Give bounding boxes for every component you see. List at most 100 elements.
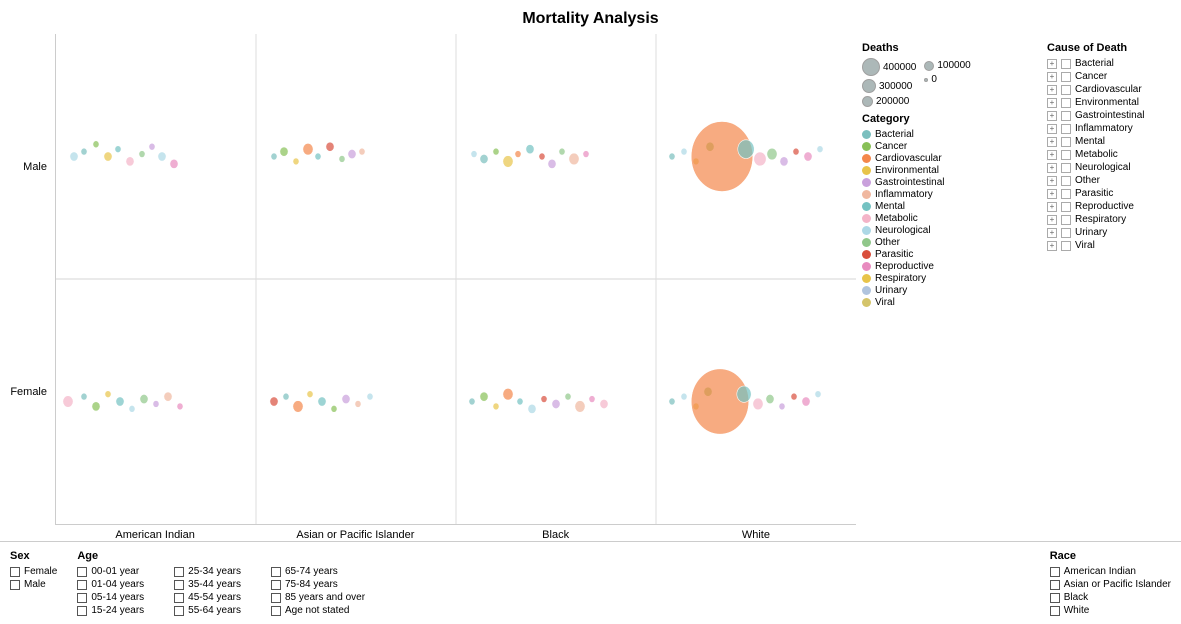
age-filter-item[interactable]: 00-01 year: [77, 566, 144, 577]
age-checkbox[interactable]: [271, 580, 281, 590]
cause-check-box[interactable]: [1061, 241, 1071, 251]
cause-checkbox[interactable]: +: [1047, 72, 1057, 82]
cause-check-box[interactable]: [1061, 85, 1071, 95]
cause-legend-row[interactable]: +Parasitic: [1047, 188, 1175, 199]
category-legend-row: Urinary: [862, 285, 1035, 296]
cause-legend-row[interactable]: +Inflammatory: [1047, 123, 1175, 134]
age-filter-item[interactable]: 05-14 years: [77, 592, 144, 603]
cause-check-box[interactable]: [1061, 111, 1071, 121]
cause-check-box[interactable]: [1061, 189, 1071, 199]
age-filter-item[interactable]: 15-24 years: [77, 605, 144, 616]
age-filter-col: 00-01 year 01-04 years 05-14 years 15-24 ye…: [77, 566, 144, 616]
cause-legend-row[interactable]: +Viral: [1047, 240, 1175, 251]
age-filter-item[interactable]: 75-84 years: [271, 579, 365, 590]
cause-checkbox[interactable]: +: [1047, 202, 1057, 212]
cause-checkbox[interactable]: +: [1047, 137, 1057, 147]
y-label-male: Male: [4, 161, 47, 173]
x-label-american-indian: American Indian: [55, 529, 255, 541]
age-checkbox[interactable]: [271, 593, 281, 603]
age-filter-item[interactable]: 35-44 years: [174, 579, 241, 590]
cause-checkbox[interactable]: +: [1047, 85, 1057, 95]
sex-filter-item[interactable]: Female: [10, 566, 57, 577]
cause-checkbox[interactable]: +: [1047, 228, 1057, 238]
category-legend-row: Mental: [862, 201, 1035, 212]
cause-check-box[interactable]: [1061, 176, 1071, 186]
cause-legend-row[interactable]: +Other: [1047, 175, 1175, 186]
race-checkbox[interactable]: [1050, 580, 1060, 590]
age-checkbox[interactable]: [271, 567, 281, 577]
age-checkbox[interactable]: [77, 606, 87, 616]
age-checkbox[interactable]: [174, 606, 184, 616]
cause-check-box[interactable]: [1061, 72, 1071, 82]
deaths-size-400000: [862, 58, 880, 76]
age-checkbox[interactable]: [174, 593, 184, 603]
age-checkbox[interactable]: [77, 580, 87, 590]
cause-check-box[interactable]: [1061, 163, 1071, 173]
cause-legend-row[interactable]: +Mental: [1047, 136, 1175, 147]
age-filter-item[interactable]: 25-34 years: [174, 566, 241, 577]
sex-checkbox[interactable]: [10, 580, 20, 590]
age-filter-item[interactable]: 85 years and over: [271, 592, 365, 603]
sex-checkbox[interactable]: [10, 567, 20, 577]
cause-checkbox[interactable]: +: [1047, 241, 1057, 251]
cause-legend-row[interactable]: +Reproductive: [1047, 201, 1175, 212]
cause-legend-title: Cause of Death: [1047, 42, 1175, 54]
age-checkbox[interactable]: [77, 593, 87, 603]
race-filter-item[interactable]: Asian or Pacific Islander: [1050, 579, 1171, 590]
age-checkbox[interactable]: [174, 580, 184, 590]
cause-check-box[interactable]: [1061, 228, 1071, 238]
cause-checkbox[interactable]: +: [1047, 215, 1057, 225]
age-checkbox[interactable]: [77, 567, 87, 577]
cause-checkbox[interactable]: +: [1047, 189, 1057, 199]
age-filter-item[interactable]: 65-74 years: [271, 566, 365, 577]
cause-legend-row[interactable]: +Urinary: [1047, 227, 1175, 238]
deaths-size-0: [924, 78, 928, 82]
cause-check-box[interactable]: [1061, 124, 1071, 134]
cause-legend-row[interactable]: +Respiratory: [1047, 214, 1175, 225]
cause-check-box[interactable]: [1061, 59, 1071, 69]
scatter-plot: [55, 34, 856, 525]
cause-legend-row[interactable]: +Cancer: [1047, 71, 1175, 82]
race-checkbox[interactable]: [1050, 593, 1060, 603]
cause-legend-row[interactable]: +Cardiovascular: [1047, 84, 1175, 95]
category-legend-row: Bacterial: [862, 129, 1035, 140]
cause-legend-row[interactable]: +Bacterial: [1047, 58, 1175, 69]
age-checkbox[interactable]: [271, 606, 281, 616]
cause-checkbox[interactable]: +: [1047, 176, 1057, 186]
race-checkbox[interactable]: [1050, 567, 1060, 577]
race-checkbox[interactable]: [1050, 606, 1060, 616]
cause-checkbox[interactable]: +: [1047, 124, 1057, 134]
age-checkbox[interactable]: [174, 567, 184, 577]
x-label-white: White: [656, 529, 856, 541]
category-legend-row: Parasitic: [862, 249, 1035, 260]
category-legend-row: Cardiovascular: [862, 153, 1035, 164]
race-filter-item[interactable]: White: [1050, 605, 1171, 616]
cause-legend-row[interactable]: +Environmental: [1047, 97, 1175, 108]
cause-check-box[interactable]: [1061, 98, 1071, 108]
cause-check-box[interactable]: [1061, 202, 1071, 212]
age-filter-rows[interactable]: 00-01 year 01-04 years 05-14 years 15-24 ye…: [77, 566, 365, 616]
age-filter-item[interactable]: 01-04 years: [77, 579, 144, 590]
sex-filter-item[interactable]: Male: [10, 579, 57, 590]
cause-checkbox[interactable]: +: [1047, 150, 1057, 160]
race-filter-rows[interactable]: American Indian Asian or Pacific Islander…: [1050, 566, 1171, 616]
cause-checkbox[interactable]: +: [1047, 59, 1057, 69]
cause-check-box[interactable]: [1061, 215, 1071, 225]
cause-check-box[interactable]: [1061, 137, 1071, 147]
age-filter-item[interactable]: 45-54 years: [174, 592, 241, 603]
category-legend-row: Neurological: [862, 225, 1035, 236]
cause-checkbox[interactable]: +: [1047, 163, 1057, 173]
age-filter-item[interactable]: Age not stated: [271, 605, 365, 616]
race-filter-item[interactable]: Black: [1050, 592, 1171, 603]
category-legend-title: Category: [862, 113, 1035, 125]
sex-filter-rows[interactable]: Female Male: [10, 566, 57, 590]
cause-legend: Cause of Death +Bacterial +Cancer +Cardiov…: [1041, 34, 1181, 541]
cause-check-box[interactable]: [1061, 150, 1071, 160]
cause-checkbox[interactable]: +: [1047, 98, 1057, 108]
race-filter-item[interactable]: American Indian: [1050, 566, 1171, 577]
cause-legend-row[interactable]: +Neurological: [1047, 162, 1175, 173]
age-filter-item[interactable]: 55-64 years: [174, 605, 241, 616]
cause-legend-row[interactable]: +Metabolic: [1047, 149, 1175, 160]
cause-checkbox[interactable]: +: [1047, 111, 1057, 121]
cause-legend-row[interactable]: +Gastrointestinal: [1047, 110, 1175, 121]
